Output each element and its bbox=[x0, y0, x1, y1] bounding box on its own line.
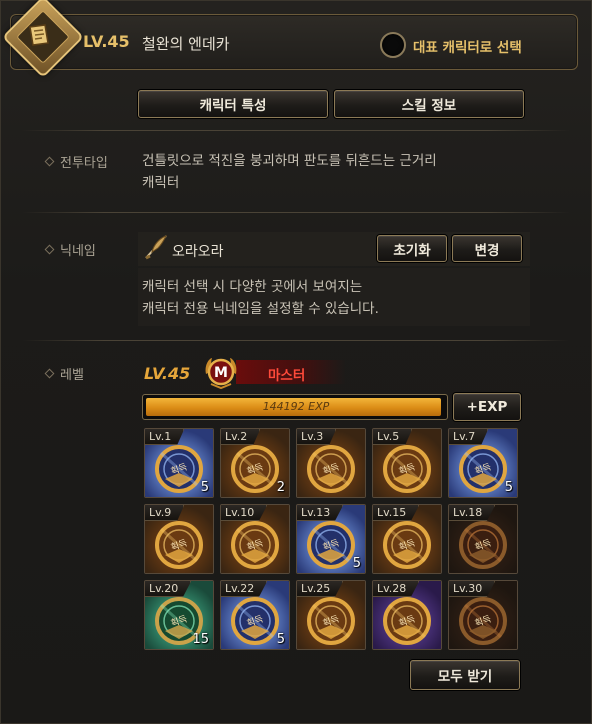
nickname-change-label: 변경 bbox=[474, 242, 500, 259]
level-reward-cell[interactable]: 획득 Lv.2 2 bbox=[220, 428, 290, 498]
representative-label[interactable]: 대표 캐릭터로 선택 bbox=[413, 36, 522, 56]
reward-count: 2 bbox=[276, 480, 285, 495]
representative-radio[interactable] bbox=[380, 32, 406, 58]
level-reward-cell[interactable]: 획득 Lv.22 5 bbox=[220, 580, 290, 650]
receive-all-label: 모두 받기 bbox=[437, 669, 493, 685]
reward-count: 5 bbox=[200, 480, 209, 495]
nickname-desc-line1: 캐릭터 선택 시 다양한 곳에서 보여지는 bbox=[142, 279, 363, 295]
reward-medal-icon: 획득 bbox=[231, 445, 279, 493]
combat-type-line1: 건틀릿으로 적진을 붕괴하며 판도를 뒤흔드는 근거리 bbox=[142, 153, 437, 169]
reward-medal-icon: 획득 bbox=[155, 445, 203, 493]
add-exp-button[interactable]: +EXP bbox=[453, 393, 521, 421]
feather-quill-icon bbox=[145, 235, 167, 260]
nickname-desc: 캐릭터 선택 시 다양한 곳에서 보여지는 캐릭터 전용 닉네임을 설정할 수 … bbox=[142, 276, 379, 320]
level-reward-cell[interactable]: 획득 Lv.13 5 bbox=[296, 504, 366, 574]
divider bbox=[22, 212, 570, 213]
level-reward-cell[interactable]: 획득 Lv.30 bbox=[448, 580, 518, 650]
level-reward-grid: 획득 Lv.1 5 획득 Lv.2 2 획득 Lv.3 획득 Lv.5 획득 Lv.7 5 획득 Lv.9 획… bbox=[144, 428, 520, 650]
reward-medal-icon: 획득 bbox=[155, 521, 203, 569]
reward-medal-icon: 획득 bbox=[307, 445, 355, 493]
nickname-label: 닉네임 bbox=[60, 244, 96, 259]
level-reward-cell[interactable]: 획득Lv.15 bbox=[144, 428, 214, 498]
level-reward-cell[interactable]: 획득 Lv.3 bbox=[296, 428, 366, 498]
reward-count: 5 bbox=[504, 480, 513, 495]
exp-text: 144192 EXP bbox=[262, 400, 330, 413]
level-reward-cell[interactable]: 획득 Lv.18 bbox=[448, 504, 518, 574]
divider bbox=[22, 340, 570, 341]
rank-badge-letter: M bbox=[214, 365, 228, 381]
reward-count: 5 bbox=[276, 632, 285, 647]
level-reward-cell[interactable]: 획득 Lv.5 bbox=[372, 428, 442, 498]
rank-text: 마스터 bbox=[268, 368, 306, 384]
tab-skill-info-label: 스킬 정보 bbox=[401, 98, 457, 114]
level-reward-cell[interactable]: 획득 Lv.28 bbox=[372, 580, 442, 650]
header-level: LV.45 bbox=[83, 32, 130, 51]
reward-medal-icon: 획득 bbox=[459, 521, 507, 569]
reward-medal-icon: 획득 bbox=[231, 521, 279, 569]
reward-count: 5 bbox=[352, 556, 361, 571]
character-card-icon bbox=[29, 24, 49, 46]
add-exp-label: +EXP bbox=[466, 399, 508, 415]
level-reward-cell[interactable]: 획득 Lv.10 bbox=[220, 504, 290, 574]
reward-medal-icon: 획득 bbox=[383, 445, 431, 493]
level-reward-cell[interactable]: 획득 Lv.20 15 bbox=[144, 580, 214, 650]
combat-type-line2: 캐릭터 bbox=[142, 175, 180, 191]
combat-type-text: 건틀릿으로 적진을 붕괴하며 판도를 뒤흔드는 근거리 캐릭터 bbox=[142, 150, 437, 194]
reward-medal-icon: 획득 bbox=[307, 597, 355, 645]
character-name: 철완의 엔데카 bbox=[142, 35, 230, 53]
reward-medal-icon: 획득 bbox=[231, 597, 279, 645]
tab-skill-info[interactable]: 스킬 정보 bbox=[334, 90, 524, 118]
nickname-reset-button[interactable]: 초기화 bbox=[377, 235, 447, 262]
reward-medal-icon: 획득 bbox=[383, 521, 431, 569]
reward-count: 15 bbox=[192, 632, 209, 647]
tab-character-trait-label: 캐릭터 특성 bbox=[199, 98, 267, 114]
reward-medal-icon: 획득 bbox=[383, 597, 431, 645]
level-reward-cell[interactable]: 획득Lv.15 bbox=[372, 504, 442, 574]
nickname-reset-label: 초기화 bbox=[393, 242, 431, 259]
nickname-change-button[interactable]: 변경 bbox=[452, 235, 522, 262]
level-value: LV.45 bbox=[144, 364, 191, 383]
reward-medal-icon: 획득 bbox=[459, 445, 507, 493]
master-rank-badge-icon: M bbox=[205, 358, 237, 390]
receive-all-button[interactable]: 모두 받기 bbox=[410, 660, 520, 690]
level-label: 레벨 bbox=[60, 368, 84, 383]
reward-medal-icon: 획득 bbox=[459, 597, 507, 645]
level-reward-cell[interactable]: 획득 Lv.7 5 bbox=[448, 428, 518, 498]
exp-bar: 144192 EXP bbox=[142, 394, 448, 420]
divider bbox=[22, 130, 570, 131]
reward-medal-icon: 획득 bbox=[307, 521, 355, 569]
nickname-value: 오라오라 bbox=[172, 244, 224, 260]
level-reward-cell[interactable]: 획득 Lv.9 bbox=[144, 504, 214, 574]
nickname-desc-line2: 캐릭터 전용 닉네임을 설정할 수 있습니다. bbox=[142, 301, 379, 317]
combat-type-label: 전투타입 bbox=[60, 156, 108, 171]
level-reward-cell[interactable]: 획득 Lv.25 bbox=[296, 580, 366, 650]
tab-character-trait[interactable]: 캐릭터 특성 bbox=[138, 90, 328, 118]
